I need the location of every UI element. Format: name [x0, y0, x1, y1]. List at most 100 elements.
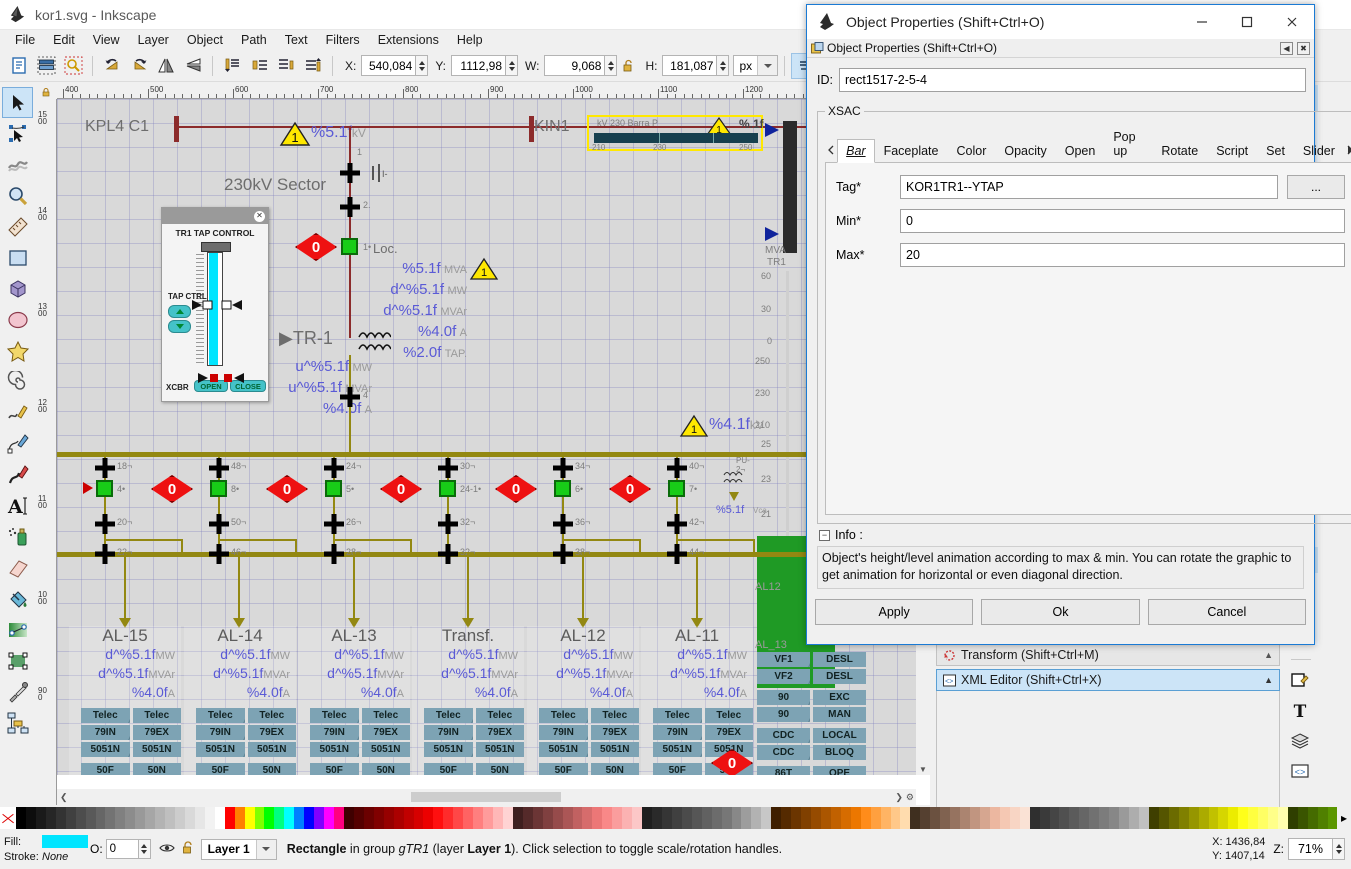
palette-swatch[interactable] [732, 807, 742, 829]
ellipse-tool[interactable] [2, 304, 33, 335]
palette-swatch[interactable] [652, 807, 662, 829]
palette-swatch[interactable] [145, 807, 155, 829]
palette-swatch[interactable] [891, 807, 901, 829]
palette-swatch[interactable] [1079, 807, 1089, 829]
prot-cell[interactable]: 50F [81, 763, 130, 775]
rotate-cw-icon[interactable] [126, 53, 152, 79]
lock-icon[interactable] [181, 840, 195, 858]
eraser-tool[interactable] [2, 552, 33, 583]
palette-swatch[interactable] [781, 807, 791, 829]
status-cell[interactable]: CDC [757, 728, 810, 743]
text-properties-icon[interactable]: T [1283, 696, 1317, 726]
palette-swatch[interactable] [662, 807, 672, 829]
vertical-ruler[interactable]: 150014001300120011001000900 [35, 99, 57, 805]
switch-cross-icon[interactable] [437, 457, 459, 479]
prot-cell[interactable]: Telec [248, 708, 297, 723]
switch-cross-icon-low[interactable] [666, 513, 688, 535]
prot-cell[interactable]: 5051N [591, 742, 640, 757]
palette-swatch[interactable] [105, 807, 115, 829]
prot-cell[interactable]: Telec [653, 708, 702, 723]
scroll-down-icon[interactable]: ▼ [916, 763, 930, 775]
close-panel-icon[interactable]: ✖ [1297, 42, 1310, 55]
palette-swatch[interactable] [294, 807, 304, 829]
palette-swatch[interactable] [881, 807, 891, 829]
canvas-horizontal-scrollbar[interactable]: ❮ ❯ ⚙ [57, 789, 916, 805]
prot-cell[interactable]: Telec [196, 708, 245, 723]
prot-cell[interactable]: 50N [248, 763, 297, 775]
palette-swatch[interactable] [463, 807, 473, 829]
tab-scroll-right-icon[interactable] [1344, 138, 1351, 162]
prot-cell[interactable]: 5051N [248, 742, 297, 757]
chevron-down-icon[interactable] [757, 56, 777, 75]
y-input[interactable] [451, 55, 505, 76]
prot-cell[interactable]: 5051N [653, 742, 702, 757]
palette-swatch[interactable] [910, 807, 920, 829]
palette-swatch[interactable] [26, 807, 36, 829]
palette-swatch[interactable] [592, 807, 602, 829]
palette-swatch[interactable] [1288, 807, 1298, 829]
palette-swatch[interactable] [563, 807, 573, 829]
palette-swatch[interactable] [46, 807, 56, 829]
palette-swatch[interactable] [1298, 807, 1308, 829]
palette-swatch[interactable] [712, 807, 722, 829]
tab-bar[interactable]: Bar [837, 139, 874, 163]
dock-panel-xml-editor[interactable]: <> XML Editor (Shift+Ctrl+X) ▲ [936, 669, 1280, 691]
prot-cell[interactable]: 79EX [362, 725, 411, 740]
palette-swatch[interactable] [443, 807, 453, 829]
raise-to-top-icon[interactable] [300, 53, 326, 79]
bay-breaker-square[interactable] [210, 480, 227, 497]
flip-horizontal-icon[interactable] [153, 53, 179, 79]
prot-cell[interactable]: 50F [653, 763, 702, 775]
palette-swatch[interactable] [980, 807, 990, 829]
bay-breaker-square[interactable] [96, 480, 113, 497]
tab-opacity[interactable]: Opacity [995, 139, 1055, 162]
palette-swatch[interactable] [334, 807, 344, 829]
palette-swatch[interactable] [473, 807, 483, 829]
switch-cross-icon-1[interactable] [339, 162, 361, 184]
node-tool[interactable] [2, 118, 33, 149]
status-cell[interactable]: OPE [813, 766, 866, 775]
x-spinbox[interactable] [361, 55, 428, 76]
palette-swatch[interactable] [1238, 807, 1248, 829]
collapse-minus-icon[interactable]: − [819, 530, 830, 541]
palette-swatch[interactable] [1169, 807, 1179, 829]
x-spin-arrows[interactable] [415, 55, 428, 76]
menu-filters[interactable]: Filters [317, 31, 369, 49]
prot-cell[interactable]: 5051N [539, 742, 588, 757]
palette-swatch[interactable] [245, 807, 255, 829]
dialog-title-bar[interactable]: Object Properties (Shift+Ctrl+O) [807, 5, 1314, 39]
maximize-icon[interactable] [1224, 5, 1269, 39]
palette-swatch[interactable] [1228, 807, 1238, 829]
palette-swatch[interactable] [503, 807, 513, 829]
palette-swatch[interactable] [225, 807, 235, 829]
menu-edit[interactable]: Edit [44, 31, 84, 49]
switch-cross-icon[interactable] [666, 457, 688, 479]
fill-swatch[interactable] [42, 835, 88, 848]
palette-swatch[interactable] [16, 807, 26, 829]
palette-swatch[interactable] [56, 807, 66, 829]
tab-open[interactable]: Open [1056, 139, 1105, 162]
tap-slider-handle-top[interactable] [201, 242, 231, 252]
palette-swatch[interactable] [970, 807, 980, 829]
palette-swatch[interactable] [1179, 807, 1189, 829]
switch-cross-icon-low2[interactable] [323, 543, 345, 565]
switch-cross-icon-low[interactable] [94, 513, 116, 535]
palette-swatch[interactable] [1099, 807, 1109, 829]
bar-widget-kv230[interactable]: kV 230 Barra P 1 %.1f 210 230 250 [587, 115, 763, 151]
palette-swatch[interactable] [1010, 807, 1020, 829]
tag-browse-button[interactable]: ... [1287, 175, 1345, 199]
palette-swatch[interactable] [841, 807, 851, 829]
palette-swatch[interactable] [1000, 807, 1010, 829]
alarm-triangle-icon-top[interactable]: 1 [279, 121, 311, 147]
color-palette[interactable]: ▸ [0, 807, 1351, 829]
palette-swatch[interactable] [851, 807, 861, 829]
deselect-icon[interactable] [60, 53, 86, 79]
palette-swatch[interactable] [76, 807, 86, 829]
menu-text[interactable]: Text [276, 31, 317, 49]
switch-cross-icon[interactable] [552, 457, 574, 479]
w-spin-arrows[interactable] [604, 55, 617, 76]
prot-cell[interactable]: 50N [362, 763, 411, 775]
palette-swatch[interactable] [1059, 807, 1069, 829]
prot-cell[interactable]: 5051N [81, 742, 130, 757]
palette-swatch[interactable] [195, 807, 205, 829]
